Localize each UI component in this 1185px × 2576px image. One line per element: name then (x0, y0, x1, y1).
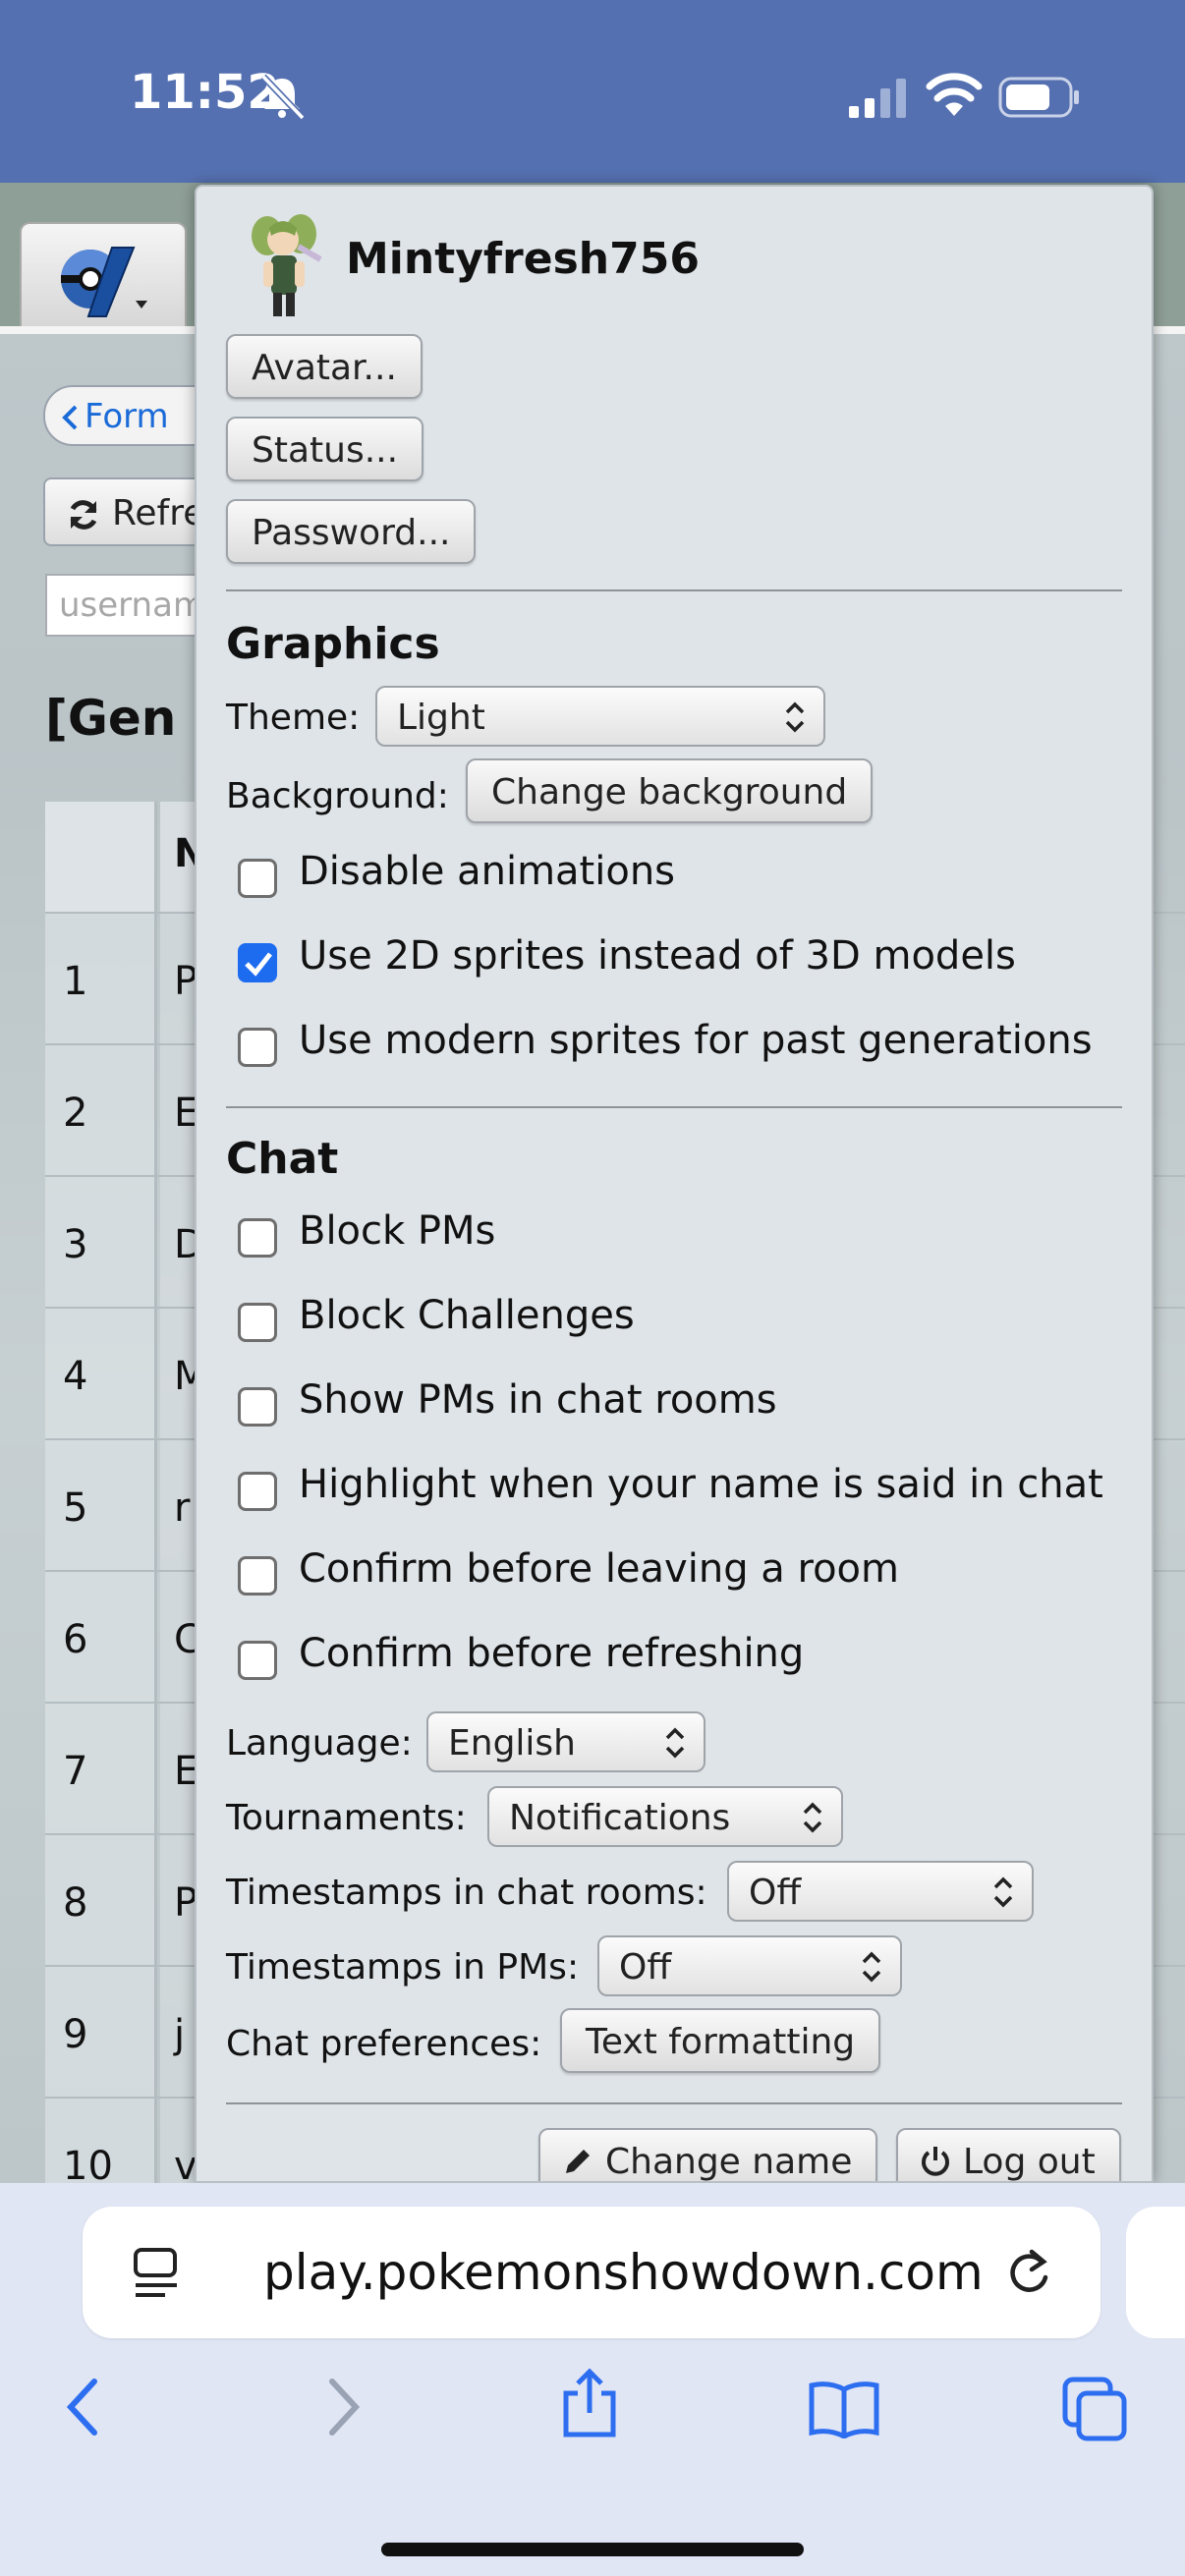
option-label: Show PMs in chat rooms (299, 1377, 777, 1423)
chevron-up-down-icon (665, 1727, 685, 1759)
timestamps-rooms-select[interactable]: Off (727, 1861, 1034, 1922)
address-bar[interactable]: play.pokemonshowdown.com (83, 2207, 1100, 2338)
tournaments-select[interactable]: Notifications (487, 1786, 843, 1847)
show-pms-in-rooms-checkbox[interactable] (238, 1387, 277, 1427)
change-name-button[interactable]: Change name (538, 2128, 878, 2181)
chat-heading: Chat (226, 1134, 339, 1184)
option-label: Block Challenges (299, 1293, 635, 1338)
option-label: Highlight when your name is said in chat (299, 1462, 1103, 1507)
block-challenges-checkbox[interactable] (238, 1303, 277, 1342)
password-button[interactable]: Password... (226, 499, 477, 564)
trainer-avatar (252, 214, 322, 316)
refresh-icon (70, 500, 97, 530)
browser-toolbar: play.pokemonshowdown.com (0, 2183, 1185, 2576)
checkmark-icon (245, 952, 272, 977)
main-menu-tab[interactable] (20, 222, 187, 328)
status-button[interactable]: Status... (226, 417, 424, 481)
page-menu-icon (134, 2248, 177, 2297)
text-formatting-button[interactable]: Text formatting (560, 2008, 881, 2073)
battery-icon (998, 77, 1079, 118)
tournaments-label: Tournaments: (226, 1798, 467, 1838)
tabs-icon[interactable] (1061, 2376, 1130, 2442)
wifi-icon (926, 73, 983, 116)
user-options-popup: Mintyfresh756 Avatar... Status... Passwo… (195, 185, 1154, 2183)
ladder-title: [Gen (45, 690, 177, 747)
chevron-left-icon (62, 405, 78, 430)
option-label: Disable animations (299, 849, 676, 894)
chat-preferences-label: Chat preferences: (226, 2024, 542, 2064)
avatar-button[interactable]: Avatar... (226, 334, 423, 399)
back-arrow-icon[interactable] (63, 2376, 102, 2438)
disable-animations-checkbox[interactable] (238, 859, 277, 898)
timestamps-pms-select[interactable]: Off (597, 1935, 902, 1996)
bookmarks-icon[interactable] (808, 2380, 880, 2438)
modern-sprites-checkbox[interactable] (238, 1028, 277, 1067)
pokemon-showdown-logo-icon (61, 247, 147, 317)
divider (226, 2102, 1122, 2104)
confirm-refresh-checkbox[interactable] (238, 1641, 277, 1680)
chevron-up-down-icon (862, 1951, 881, 1983)
forward-arrow-icon[interactable] (324, 2376, 364, 2438)
graphics-heading: Graphics (226, 619, 440, 669)
divider (226, 589, 1122, 591)
username-label: Mintyfresh756 (346, 234, 700, 284)
confirm-leave-room-checkbox[interactable] (238, 1556, 277, 1596)
username-search-input[interactable]: usernam (45, 574, 202, 637)
chevron-up-down-icon (785, 701, 805, 733)
log-out-button[interactable]: Log out (896, 2128, 1121, 2181)
reload-icon[interactable] (1002, 2242, 1055, 2301)
next-tab-peek[interactable] (1126, 2207, 1185, 2338)
pencil-icon (566, 2150, 590, 2173)
option-label: Use 2D sprites instead of 3D models (299, 933, 1016, 979)
option-label: Use modern sprites for past generations (299, 1018, 1093, 1063)
chevron-up-down-icon (803, 1802, 822, 1833)
timestamps-rooms-label: Timestamps in chat rooms: (226, 1873, 707, 1913)
home-indicator (381, 2543, 804, 2556)
share-icon[interactable] (560, 2366, 619, 2440)
language-label: Language: (226, 1723, 413, 1764)
highlight-name-checkbox[interactable] (238, 1472, 277, 1511)
block-pms-checkbox[interactable] (238, 1218, 277, 1258)
status-bar: 11:52 (0, 0, 1185, 183)
bell-slash-icon (260, 74, 306, 121)
option-label: Block PMs (299, 1208, 496, 1254)
option-label: Confirm before refreshing (299, 1631, 805, 1676)
option-label: Confirm before leaving a room (299, 1546, 899, 1592)
power-icon (922, 2147, 949, 2176)
chevron-up-down-icon (993, 1876, 1013, 1908)
url-text: play.pokemonshowdown.com (263, 2244, 984, 2301)
cellular-signal-icon (849, 79, 906, 118)
language-select[interactable]: English (426, 1711, 705, 1772)
theme-label: Theme: (226, 698, 361, 738)
timestamps-pms-label: Timestamps in PMs: (226, 1947, 580, 1988)
change-background-button[interactable]: Change background (466, 758, 874, 823)
divider (226, 1106, 1122, 1108)
use-2d-sprites-checkbox[interactable] (238, 943, 277, 982)
background-label: Background: (226, 776, 449, 816)
theme-select[interactable]: Light (375, 686, 825, 747)
